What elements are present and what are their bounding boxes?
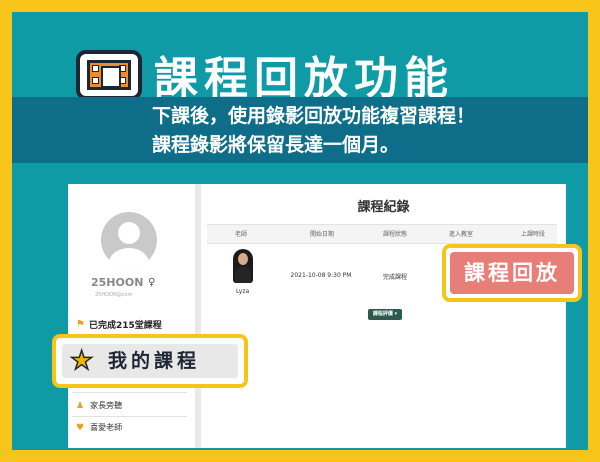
teacher-photo	[227, 247, 259, 283]
star-icon: ★	[69, 345, 94, 377]
column-header: 開始日期	[309, 231, 335, 238]
sidebar: 25HOON ♀ 25HOON@com ⚑ 已完成215堂課程 ♟ 家長旁聽 ♥…	[68, 184, 195, 448]
column-header: 進入教室	[448, 231, 474, 238]
column-header: 上課時段	[520, 231, 546, 238]
replay-label: 課程回放	[464, 261, 560, 285]
my-courses-label: 我的課程	[108, 350, 201, 372]
course-status: 完成課程	[382, 274, 408, 281]
film-icon	[76, 50, 142, 100]
start-date: 2021-10-08 9:30 PM	[290, 272, 352, 279]
sidebar-item-favorite[interactable]: ♥ 喜愛老師	[76, 422, 122, 433]
review-button[interactable]: 課程評價 ▾	[368, 309, 402, 320]
replay-callout[interactable]: 課程回放	[442, 244, 582, 302]
flag-icon: ⚑	[76, 319, 85, 330]
my-courses-callout[interactable]: ★ 我的課程	[52, 334, 248, 388]
records-title: 課程紀錄	[357, 200, 410, 215]
divider	[72, 392, 187, 393]
completed-count: ⚑ 已完成215堂課程	[76, 318, 162, 331]
main-content: 課程紀錄 老師 開始日期 課程狀態 進入教室 上課時段 Lyza 2021-10…	[201, 184, 566, 448]
subtitle: 下課後，使用錄影回放功能複習課程！ 課程錄影將保留長達一個月。	[152, 102, 475, 160]
promo-panel: 課程回放功能 下課後，使用錄影回放功能複習課程！ 課程錄影將保留長達一個月。 2…	[12, 12, 588, 450]
subtitle-line-1: 下課後，使用錄影回放功能複習課程！	[152, 105, 476, 127]
heart-icon: ♥	[76, 422, 85, 433]
sidebar-item-label: 喜愛老師	[90, 423, 123, 432]
sidebar-item-parent[interactable]: ♟ 家長旁聽	[76, 400, 122, 411]
avatar	[101, 212, 157, 268]
user-email: 25HOON@com	[95, 292, 133, 298]
lightbulb-icon: ♀	[148, 277, 156, 288]
username: 25HOON	[91, 276, 144, 289]
subtitle-line-2: 課程錄影將保留長達一個月。	[152, 134, 400, 156]
sidebar-item-label: 家長旁聽	[90, 401, 123, 410]
table-header: 老師 開始日期 課程狀態 進入教室 上課時段	[207, 224, 557, 244]
completed-label: 已完成215堂課程	[88, 321, 162, 331]
column-header: 課程狀態	[382, 231, 408, 238]
person-icon: ♟	[76, 400, 85, 411]
teacher-name: Lyza	[236, 288, 250, 295]
course-record-screenshot: 25HOON ♀ 25HOON@com ⚑ 已完成215堂課程 ♟ 家長旁聽 ♥…	[68, 184, 566, 448]
column-header: 老師	[234, 231, 248, 238]
divider	[72, 416, 187, 417]
